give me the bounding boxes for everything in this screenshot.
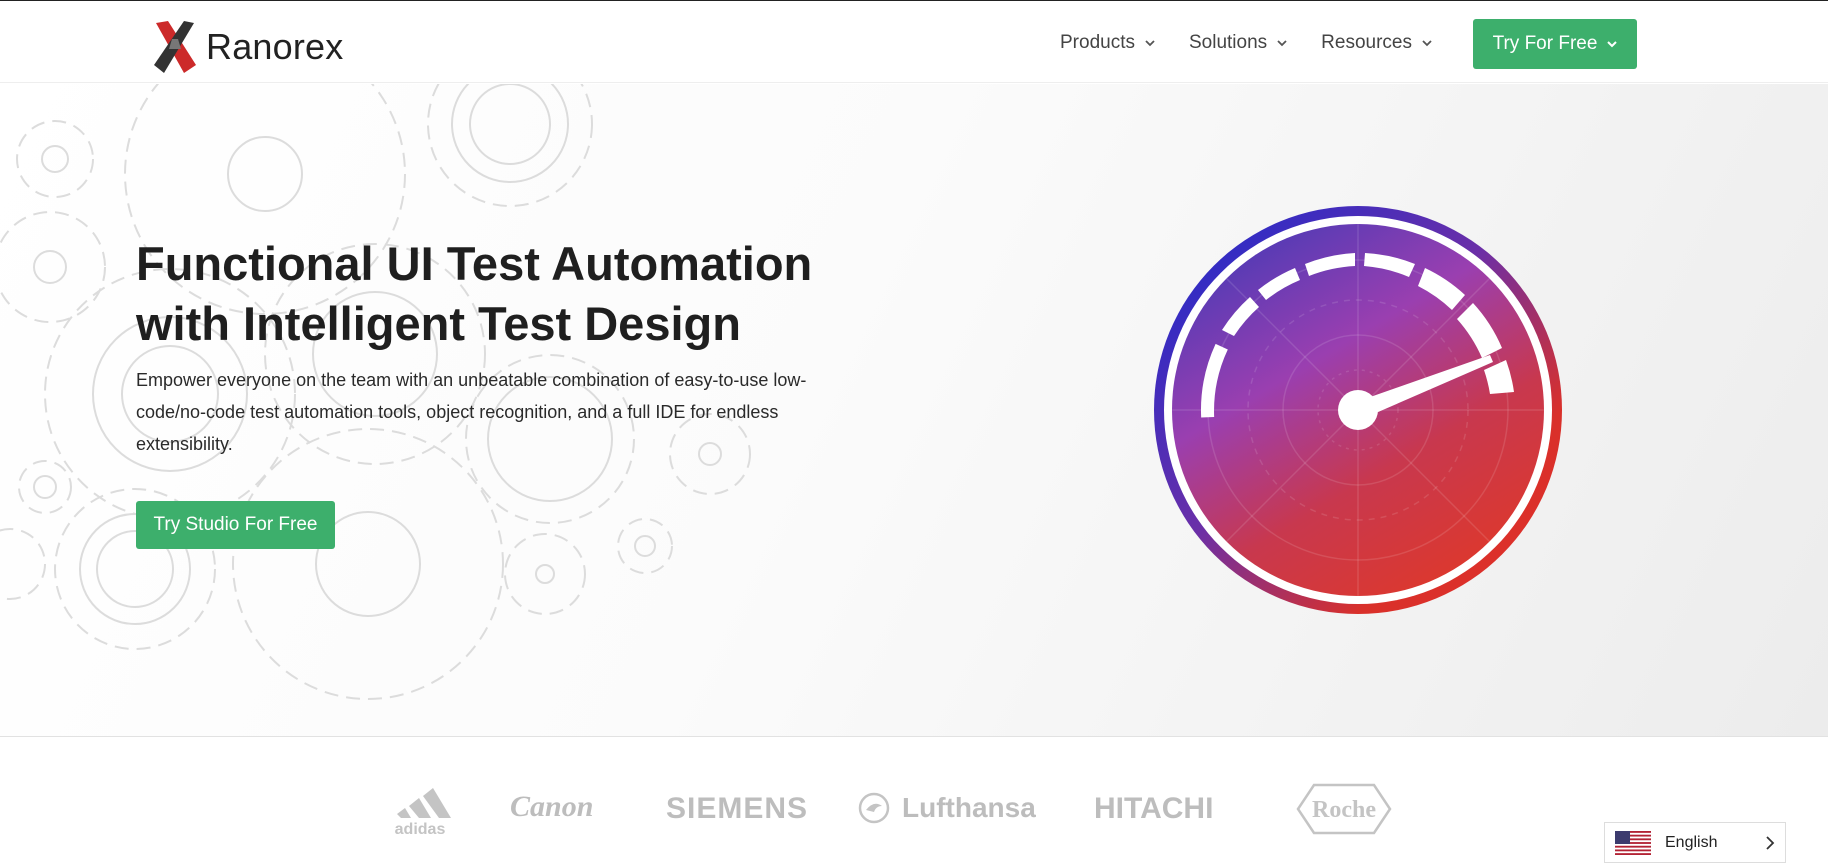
hero-title-line2: with Intelligent Test Design bbox=[136, 297, 741, 350]
lufthansa-crane-icon bbox=[858, 792, 890, 824]
chevron-right-icon bbox=[1766, 835, 1775, 850]
chevron-down-icon bbox=[1277, 40, 1287, 47]
roche-hexagon-icon: Roche bbox=[1296, 783, 1392, 835]
logo-text: Ranorex bbox=[206, 26, 344, 67]
try-for-free-button[interactable]: Try For Free bbox=[1473, 19, 1637, 69]
lufthansa-logo: Lufthansa bbox=[858, 792, 1036, 824]
nav-resources[interactable]: Resources bbox=[1321, 32, 1432, 54]
language-label: English bbox=[1665, 833, 1718, 851]
speedometer-icon bbox=[1154, 206, 1562, 614]
chevron-down-icon bbox=[1145, 40, 1155, 47]
canon-logo: Canon bbox=[510, 790, 594, 823]
hero-title: Functional UI Test Automation with Intel… bbox=[136, 234, 896, 354]
adidas-logo: adidas bbox=[383, 786, 457, 836]
try-studio-button[interactable]: Try Studio For Free bbox=[136, 501, 335, 549]
nav-solutions[interactable]: Solutions bbox=[1189, 32, 1287, 54]
hero-section: Functional UI Test Automation with Intel… bbox=[0, 84, 1828, 737]
hero-title-line1: Functional UI Test Automation bbox=[136, 237, 813, 290]
chevron-down-icon bbox=[1422, 40, 1432, 47]
site-header: Ranorex Products Solutions Resources Try… bbox=[0, 1, 1828, 83]
nav-products[interactable]: Products bbox=[1060, 32, 1155, 54]
hitachi-logo: HITACHI bbox=[1094, 792, 1214, 825]
nav-products-label: Products bbox=[1060, 32, 1135, 53]
adidas-stripes-icon: adidas bbox=[395, 788, 451, 836]
ranorex-x-icon bbox=[154, 21, 196, 73]
try-for-free-label: Try For Free bbox=[1492, 33, 1598, 54]
roche-logo: Roche bbox=[1296, 783, 1392, 835]
main-nav: Products Solutions Resources bbox=[1060, 18, 1466, 68]
siemens-logo: SIEMENS bbox=[666, 792, 809, 825]
chevron-down-icon bbox=[1607, 41, 1618, 48]
nav-resources-label: Resources bbox=[1321, 32, 1412, 53]
hero-description: Empower everyone on the team with an unb… bbox=[136, 370, 807, 454]
lufthansa-label: Lufthansa bbox=[902, 792, 1036, 823]
ranorex-logo[interactable]: Ranorex bbox=[150, 19, 343, 75]
nav-solutions-label: Solutions bbox=[1188, 32, 1268, 53]
us-flag-icon bbox=[1615, 830, 1651, 855]
language-selector[interactable]: English bbox=[1604, 822, 1786, 863]
roche-label: Roche bbox=[1312, 797, 1376, 823]
adidas-label: adidas bbox=[395, 821, 446, 836]
